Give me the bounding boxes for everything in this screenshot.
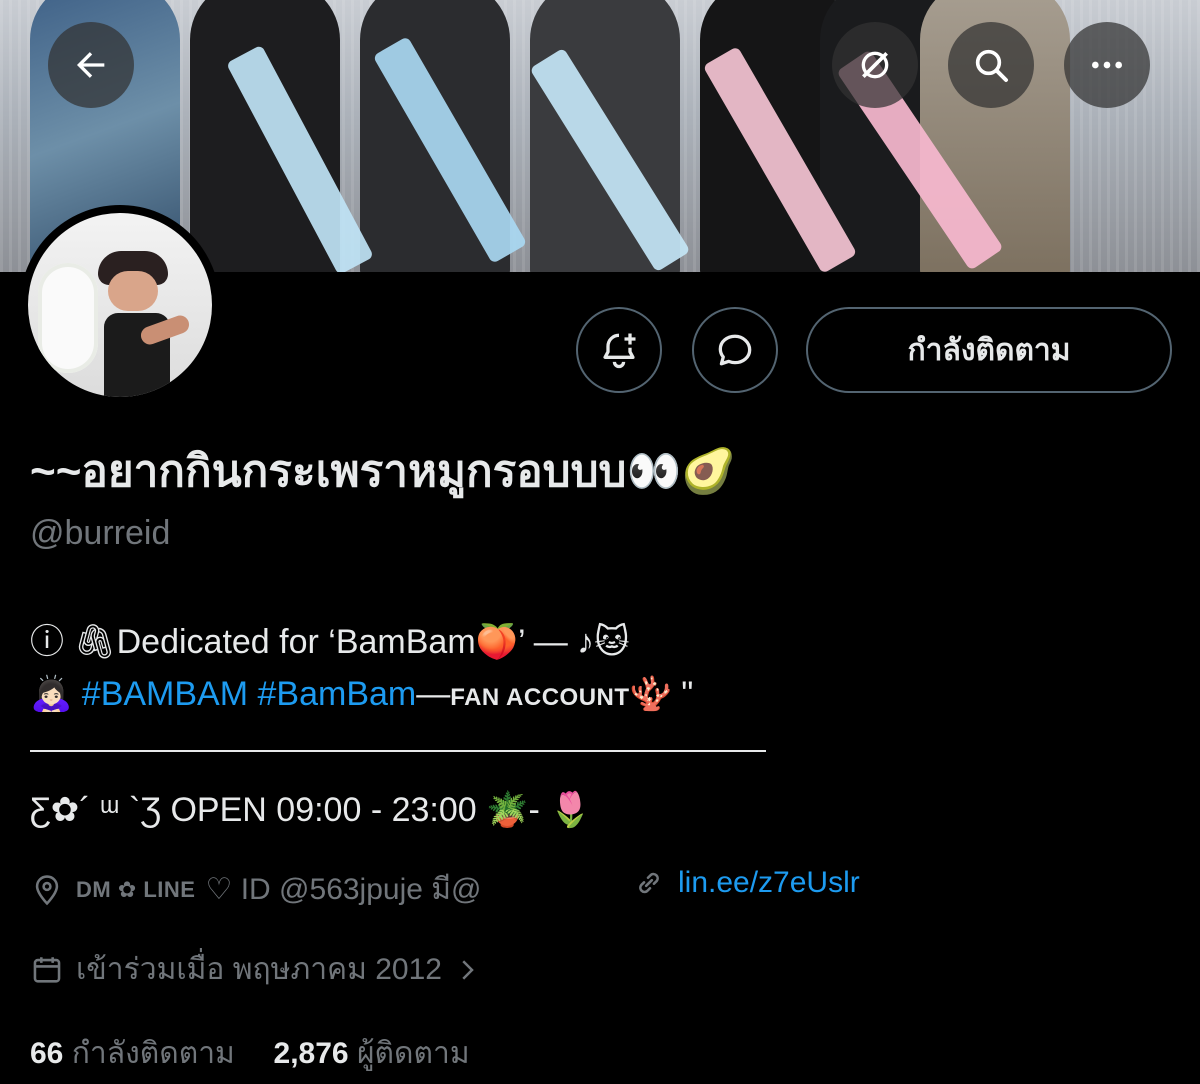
search-icon: [975, 49, 1008, 82]
search-button[interactable]: [948, 22, 1034, 108]
following-stat[interactable]: 66 กำลังติดตาม: [30, 1037, 243, 1070]
link-icon: [639, 872, 659, 894]
bio-dash: —: [416, 675, 451, 713]
fan-account-label: FAN ACCOUNT: [450, 684, 630, 711]
message-button[interactable]: [692, 307, 778, 393]
location-pin-icon: [35, 874, 59, 905]
following-count: 66: [30, 1037, 64, 1070]
followers-label: ผู้ติดตาม: [356, 1037, 470, 1070]
follow-stats: 66 กำลังติดตาม 2,876 ผู้ติดตาม: [30, 1030, 470, 1077]
bio-divider: [30, 750, 766, 752]
joined-date: เข้าร่วมเมื่อ พฤษภาคม 2012: [76, 953, 442, 986]
notify-button[interactable]: [576, 307, 662, 393]
user-handle: @burreid: [30, 514, 171, 552]
website-link[interactable]: lin.ee/z7eUslr: [678, 866, 860, 900]
bio-emoji: 🙇🏻‍♀️: [30, 675, 73, 713]
location-text: ♡ ID @563jpuje มี@: [205, 873, 482, 906]
bio-tail: 🪸 ": [629, 675, 694, 713]
calendar-icon: [33, 956, 61, 983]
back-button[interactable]: [48, 22, 134, 108]
website-row[interactable]: lin.ee/z7eUslr: [632, 866, 860, 900]
bio-line-3: Ƹ✿´ ᵚ `Ʒ OPEN 09:00 - 23:00 🪴- 🌷: [30, 791, 592, 829]
bell-plus-icon: [603, 333, 636, 369]
more-button[interactable]: [1064, 22, 1150, 108]
bio-line-1: ⓘ 🖇Dedicated for ‘BamBam🍑’ — ♪🐱: [30, 623, 630, 661]
chat-bubble-icon: [718, 334, 752, 366]
more-horizontal-icon: [1092, 61, 1122, 69]
hashtag-bambam-upper[interactable]: #BAMBAM: [82, 675, 248, 713]
arrow-left-icon: [77, 52, 105, 78]
following-button[interactable]: กำลังติดตาม: [806, 307, 1172, 393]
slash-circle-icon: [861, 51, 889, 79]
followers-count: 2,876: [273, 1037, 349, 1070]
profile-avatar[interactable]: [20, 205, 220, 405]
followers-stat[interactable]: 2,876 ผู้ติดตาม: [274, 1037, 470, 1070]
location-prefix: DM ✿ LINE: [76, 876, 196, 902]
bio-line-2: 🙇🏻‍♀️ #BAMBAM #BamBam—FAN ACCOUNT🪸 ": [30, 674, 693, 714]
following-label: กำลังติดตาม: [71, 1037, 235, 1070]
display-name: ~~อยากกินกระเพราหมูกรอบบบ👀🥑: [30, 447, 737, 496]
hashtag-bambam[interactable]: #BamBam: [258, 675, 417, 713]
joined-row[interactable]: เข้าร่วมเมื่อ พฤษภาคม 2012: [30, 946, 482, 993]
location-row: DM ✿ LINE ♡ ID @563jpuje มี@: [30, 866, 482, 913]
chevron-right-icon: [462, 959, 474, 980]
grok-button[interactable]: [832, 22, 918, 108]
avatar-photo: [28, 213, 212, 397]
